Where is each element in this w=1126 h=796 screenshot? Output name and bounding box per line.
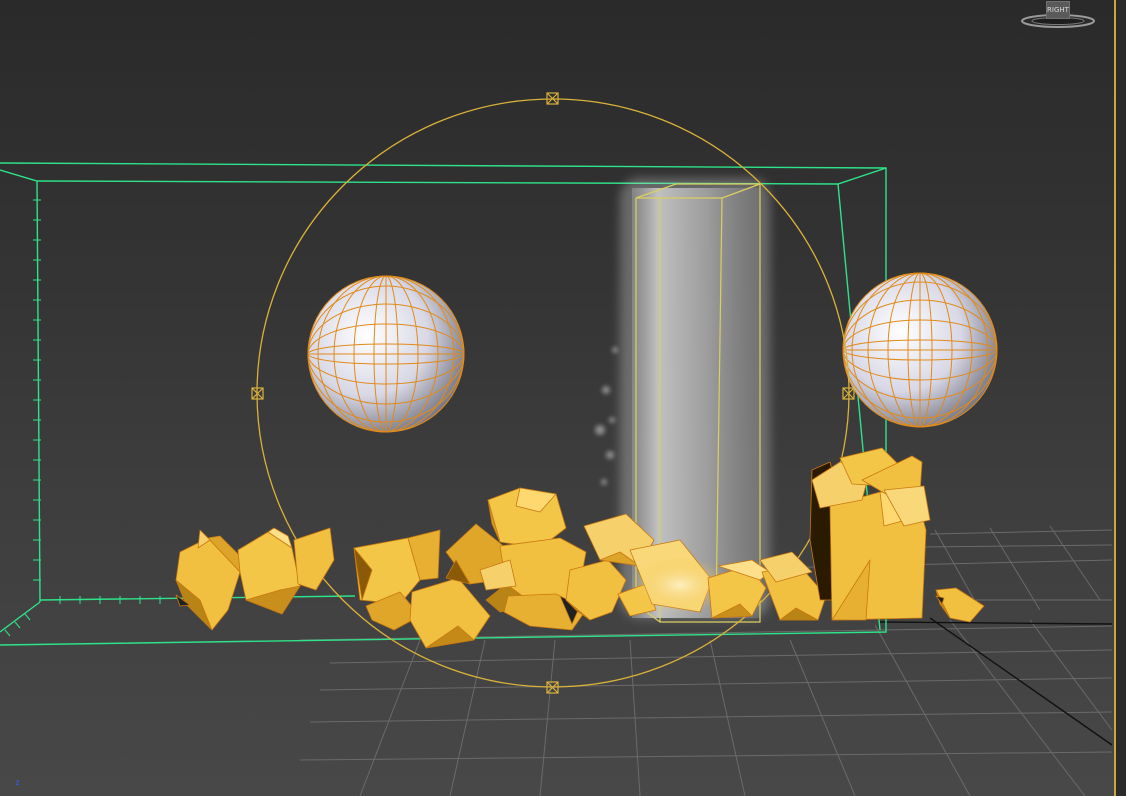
3d-viewport[interactable]: RIGHT z	[0, 0, 1126, 796]
viewcube[interactable]: RIGHT	[1020, 0, 1096, 30]
axis-tripod: z	[12, 778, 32, 796]
viewcube-face-label[interactable]: RIGHT	[1046, 1, 1070, 19]
world-axis-lines	[879, 617, 1113, 746]
debris-fragments[interactable]	[175, 447, 985, 649]
sphere-left[interactable]	[307, 275, 465, 433]
scene-canvas[interactable]	[0, 0, 1126, 796]
viewport-active-border	[1114, 0, 1126, 796]
axis-z-label: z	[15, 778, 20, 787]
sphere-right[interactable]	[842, 272, 998, 428]
